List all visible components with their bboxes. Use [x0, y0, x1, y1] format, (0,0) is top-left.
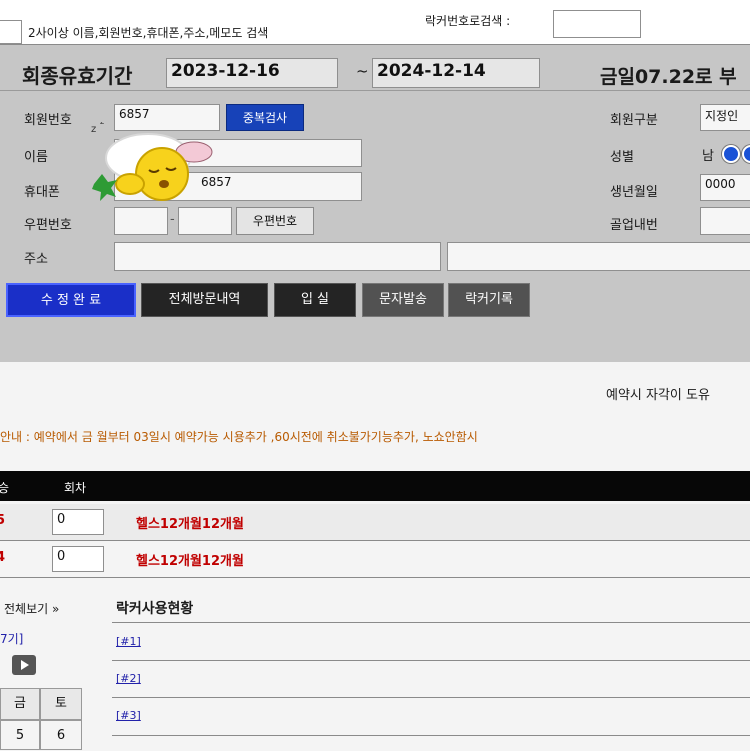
notice-text: 안내 : 예약에서 금 월부터 03일시 예약가능 시용추가 ,60시전에 취소… [0, 430, 478, 444]
svg-text:z: z [91, 124, 96, 135]
enter-button[interactable]: 입 실 [274, 283, 356, 317]
divider [112, 622, 750, 623]
divider [112, 697, 750, 698]
count-input[interactable]: 0 [52, 546, 104, 572]
table-row[interactable]: 4 0 헬스12개월12개월 [0, 541, 750, 578]
svg-text:z: z [100, 122, 104, 126]
table-header-col-2: 회차 [64, 481, 87, 495]
zip-dash: - [170, 212, 175, 227]
calendar-cell[interactable]: 5 [0, 720, 40, 750]
period-separator: ~ [356, 62, 369, 80]
locker-record-button[interactable]: 락커기록 [448, 283, 530, 317]
zip-search-button[interactable]: 우편번호 [236, 207, 314, 235]
save-button[interactable]: 수 정 완 료 [6, 283, 136, 317]
company-label: 골업내번 [610, 218, 658, 233]
locker-item[interactable]: [#1] [116, 635, 141, 648]
search-option-label: 2사이상 이름,회원번호,휴대폰,주소,메모도 검색 [28, 26, 269, 40]
name-label: 이름 [24, 150, 48, 165]
table-header-col-1: 승 [0, 481, 10, 495]
address-field-2[interactable] [447, 242, 750, 271]
zip-label: 우편번호 [24, 218, 72, 233]
calendar-header-sat: 토 [40, 688, 82, 720]
locker-item[interactable]: [#2] [116, 672, 141, 685]
year-link[interactable]: 7기] [0, 630, 23, 647]
birth-label: 생년월일 [610, 185, 658, 200]
locker-search-input[interactable] [553, 10, 641, 38]
divider [0, 90, 750, 91]
product-name: 헬스12개월12개월 [136, 517, 244, 532]
period-end-field[interactable]: 2024-12-14 [372, 58, 540, 88]
company-field[interactable] [700, 207, 750, 235]
dup-check-button[interactable]: 중복검사 [226, 104, 304, 131]
product-name: 헬스12개월12개월 [136, 554, 244, 569]
period-start-field[interactable]: 2023-12-16 [166, 58, 338, 88]
member-no-label: 회원번호 [24, 113, 72, 128]
sleeping-emoji-sticker-icon: z z [91, 122, 213, 201]
divider [112, 660, 750, 661]
search-option-checkbox[interactable] [0, 20, 22, 44]
gender-male-radio[interactable] [722, 145, 740, 163]
address-label: 주소 [24, 252, 48, 267]
phone-label: 휴대폰 [24, 185, 60, 200]
calendar-cell[interactable]: 6 [40, 720, 82, 750]
table-row[interactable]: 5 0 헬스12개월12개월 [0, 504, 750, 541]
period-label: 회종유효기간 [22, 64, 133, 88]
locker-status-title: 락커사용현황 [116, 601, 194, 617]
locker-item[interactable]: [#3] [116, 709, 141, 722]
reservation-info-text: 예약시 자각이 도유 [606, 388, 710, 403]
calendar-header-fri: 금 [0, 688, 40, 720]
gender-label: 성별 [610, 150, 634, 165]
locker-search-label: 락커번호로검색 : [425, 14, 511, 28]
play-icon [21, 660, 29, 670]
visit-history-button[interactable]: 전체방문내역 [141, 283, 268, 317]
video-icon[interactable] [12, 655, 36, 675]
member-type-select[interactable]: 지정인 [700, 104, 750, 131]
birth-field[interactable]: 0000 [700, 174, 750, 201]
divider [112, 735, 750, 736]
table-header: 승 회차 [0, 471, 750, 501]
period-remaining-text: 금일07.22로 부 [600, 66, 737, 88]
count-input[interactable]: 0 [52, 509, 104, 535]
member-type-label: 회원구분 [610, 113, 658, 128]
gender-value: 남 [702, 149, 714, 164]
address-field-1[interactable] [114, 242, 441, 271]
sms-button[interactable]: 문자발송 [362, 283, 444, 317]
detail-view-link[interactable]: 전체보기 » [4, 600, 59, 617]
